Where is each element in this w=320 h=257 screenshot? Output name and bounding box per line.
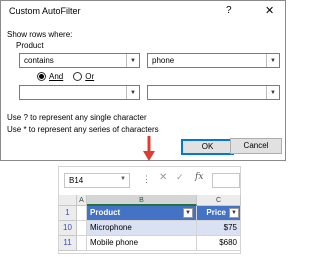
ok-button[interactable]: OK — [181, 139, 234, 155]
select-all-corner[interactable] — [59, 195, 77, 206]
insert-function-icon[interactable]: fx — [195, 172, 203, 182]
chevron-down-icon[interactable]: ▼ — [126, 86, 139, 99]
price-cell[interactable]: $75 — [197, 221, 241, 236]
row-header[interactable]: 11 — [59, 236, 77, 251]
name-box[interactable]: B14 ▼ — [64, 173, 130, 188]
operator-1-select[interactable]: contains ▼ — [19, 53, 140, 68]
logic-radio-group: And Or — [37, 72, 104, 81]
radio-selected-dot — [39, 74, 44, 79]
cancel-button[interactable]: Cancel — [230, 138, 282, 154]
name-box-value: B14 — [69, 176, 84, 185]
product-cell[interactable]: Mobile phone — [87, 236, 197, 251]
dialog-title: Custom AutoFilter — [9, 6, 81, 16]
or-radio-label[interactable]: Or — [85, 72, 94, 81]
chevron-down-icon[interactable]: ▼ — [120, 176, 126, 182]
chevron-down-icon[interactable]: ▼ — [266, 86, 279, 99]
filter-dropdown-icon[interactable]: ▼ — [229, 208, 239, 218]
column-header-b[interactable]: B — [87, 195, 197, 206]
table-header-price[interactable]: Price ▼ — [197, 206, 241, 221]
down-arrow-icon — [143, 136, 155, 161]
chevron-down-icon[interactable]: ▼ — [126, 54, 139, 67]
or-radio[interactable] — [73, 72, 83, 81]
column-header-a[interactable]: A — [77, 195, 87, 206]
operator-2-select[interactable]: ▼ — [19, 85, 140, 100]
close-icon[interactable]: ✕ — [265, 4, 274, 17]
row-header[interactable]: 10 — [59, 221, 77, 236]
price-cell[interactable]: $680 — [197, 236, 241, 251]
table-cell[interactable] — [77, 221, 87, 236]
show-rows-label: Show rows where: — [7, 30, 73, 39]
hint-series-chars: Use * to represent any series of charact… — [7, 125, 159, 134]
table-header-product[interactable]: Product ▼ — [87, 206, 197, 221]
help-icon[interactable]: ? — [226, 5, 232, 16]
table-header-price-label: Price — [206, 208, 226, 217]
table-cell[interactable] — [77, 236, 87, 251]
operator-1-value: contains — [24, 56, 54, 65]
column-header-c[interactable]: C — [197, 195, 241, 206]
and-radio-label[interactable]: And — [49, 72, 63, 81]
filter-active-icon[interactable]: ▼ — [183, 208, 193, 218]
value-2-combo[interactable]: ▼ — [147, 85, 280, 100]
table-cell[interactable] — [77, 206, 87, 221]
row-header[interactable]: 1 — [59, 206, 77, 221]
and-radio[interactable] — [37, 72, 46, 81]
dialog-titlebar: Custom AutoFilter ? ✕ — [1, 1, 285, 22]
cancel-entry-icon[interactable]: ✕ — [159, 172, 167, 183]
formula-input[interactable] — [212, 173, 240, 188]
enter-entry-icon[interactable]: ✓ — [176, 172, 184, 183]
hint-single-char: Use ? to represent any single character — [7, 113, 147, 122]
chevron-down-icon[interactable]: ▼ — [266, 54, 279, 67]
field-label: Product — [16, 41, 44, 50]
product-cell[interactable]: Microphone — [87, 221, 197, 236]
excel-sheet: B14 ▼ ⋮ ✕ ✓ fx A B C 1 Product ▼ Price ▼… — [58, 166, 241, 254]
formula-bar-splitter[interactable]: ⋮ — [142, 174, 151, 185]
value-1-text: phone — [152, 56, 175, 65]
table-header-product-label: Product — [90, 208, 121, 217]
value-1-combo[interactable]: phone ▼ — [147, 53, 280, 68]
